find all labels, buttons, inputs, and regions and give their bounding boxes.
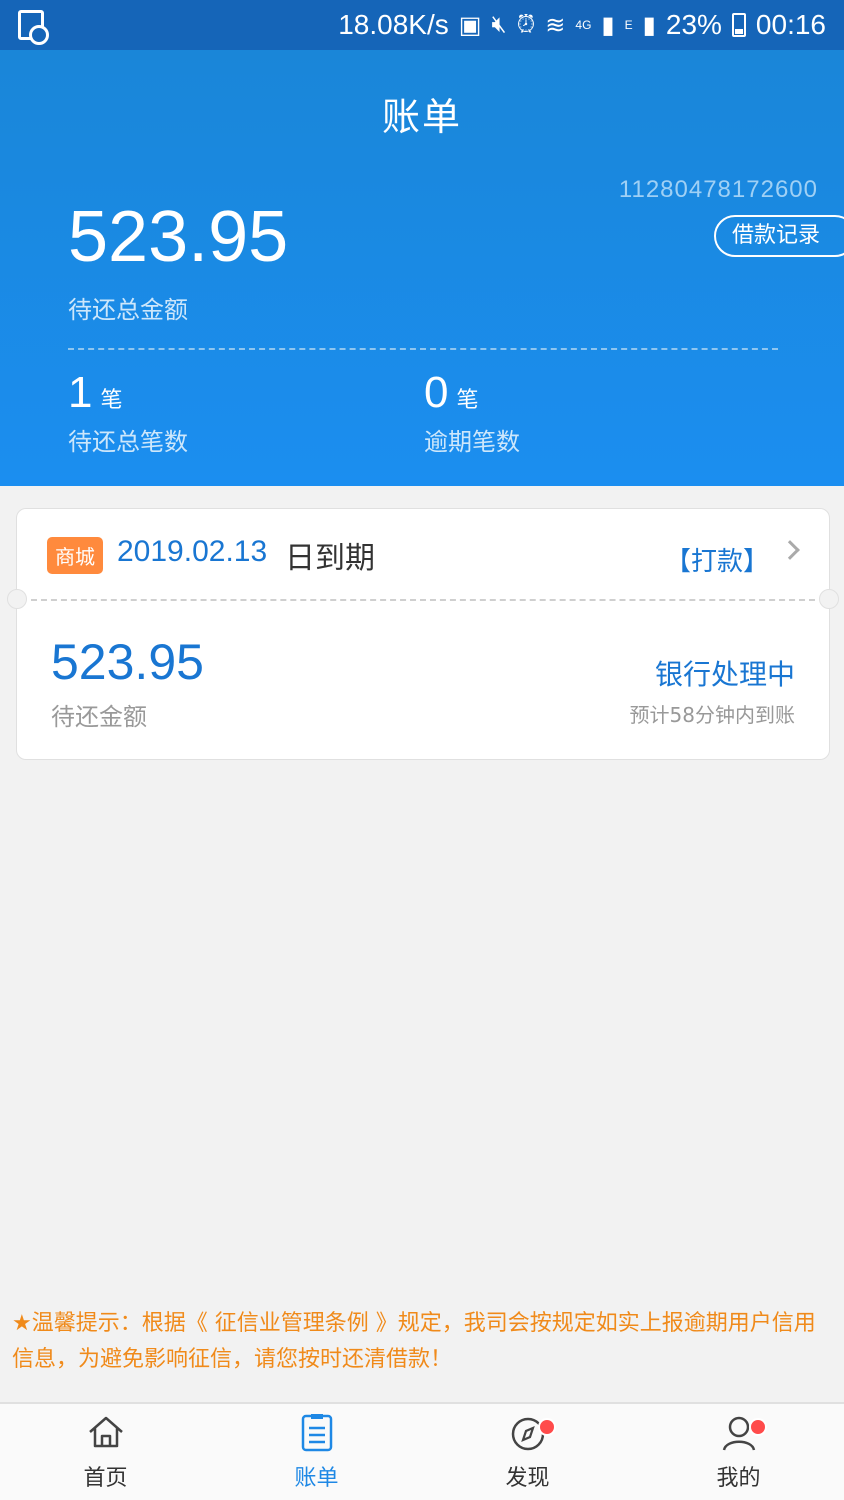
page-title: 账单 [381,95,462,139]
bill-card[interactable]: 商城 2019.02.13 日到期 【打款】 523.95 待还金额 银行处理中… [7,508,839,760]
card-divider [31,599,815,601]
ticket-notch-left [7,589,27,609]
tab-home-label: 首页 [83,1466,128,1491]
loan-record-button[interactable]: 借款记录 [714,215,844,257]
header-divider [68,348,778,350]
account-number: 11280478172600 [618,176,818,203]
clock: 00:16 [755,9,826,40]
signal-icon-2: ▮ [642,11,656,39]
alarm-icon: ⏰︎ [516,11,536,38]
notification-dot [749,1418,767,1436]
tab-discover[interactable]: 发现 [422,1404,633,1500]
tab-bill-label: 账单 [294,1466,339,1491]
screen-record-icon [18,10,49,45]
bottom-tab-bar: 首页 账单 发现 我的 [0,1402,844,1500]
tab-profile[interactable]: 我的 [633,1404,844,1500]
network-type-1: 4G [575,18,592,32]
mute-icon: 🔇︎ [491,11,507,38]
chevron-right-icon[interactable] [780,540,800,560]
due-date: 2019.02.13 [117,535,268,568]
pending-count: 1 [68,368,93,417]
credit-notice: ★温馨提示：根据《 征信业管理条例 》规定，我司会按规定如实上报逾期用户信用信息… [12,1311,816,1372]
bill-amount-label: 待还金额 [51,703,147,731]
tab-profile-label: 我的 [716,1466,761,1491]
overdue-count-label: 逾期笔数 [424,428,520,456]
pending-count-label: 待还总笔数 [68,428,188,456]
due-suffix: 日到期 [285,541,375,576]
status-bar: 18.08K/s ▣ 🔇︎ ⏰︎ ≋ 4G ▮ E ▮ 23% 00:16 [0,0,844,50]
bill-icon [301,1414,332,1452]
total-amount-label: 待还总金额 [68,296,188,324]
overdue-count-stat: 0笔 逾期笔数 [424,368,520,457]
battery-percent: 23% [665,9,722,40]
pending-count-stat: 1笔 待还总笔数 [68,368,188,457]
overdue-unit: 笔 [456,388,479,413]
network-type-2: E [624,18,633,32]
network-speed: 18.08K/s [338,9,449,40]
pay-link[interactable]: 【打款】 [665,541,769,578]
bill-summary-header: 账单 11280478172600 借款记录 523.95 待还总金额 1笔 待… [0,50,844,486]
wifi-icon: ≋ [545,11,566,39]
total-amount: 523.95 [68,197,289,277]
mall-tag: 商城 [47,537,103,574]
bill-eta: 预计58分钟内到账 [629,703,795,727]
tab-discover-label: 发现 [505,1466,550,1491]
signal-icon: ▮ [601,11,615,39]
ticket-notch-right [819,589,839,609]
overdue-count: 0 [424,368,449,417]
notification-dot [538,1418,556,1436]
tab-bill[interactable]: 账单 [211,1404,422,1500]
bill-status: 银行处理中 [654,658,795,691]
bill-amount: 523.95 [51,634,204,690]
tab-home[interactable]: 首页 [0,1404,211,1500]
home-icon [88,1416,123,1448]
security-icon: ▣ [458,11,482,39]
battery-icon [731,13,746,37]
pending-unit: 笔 [100,388,123,413]
